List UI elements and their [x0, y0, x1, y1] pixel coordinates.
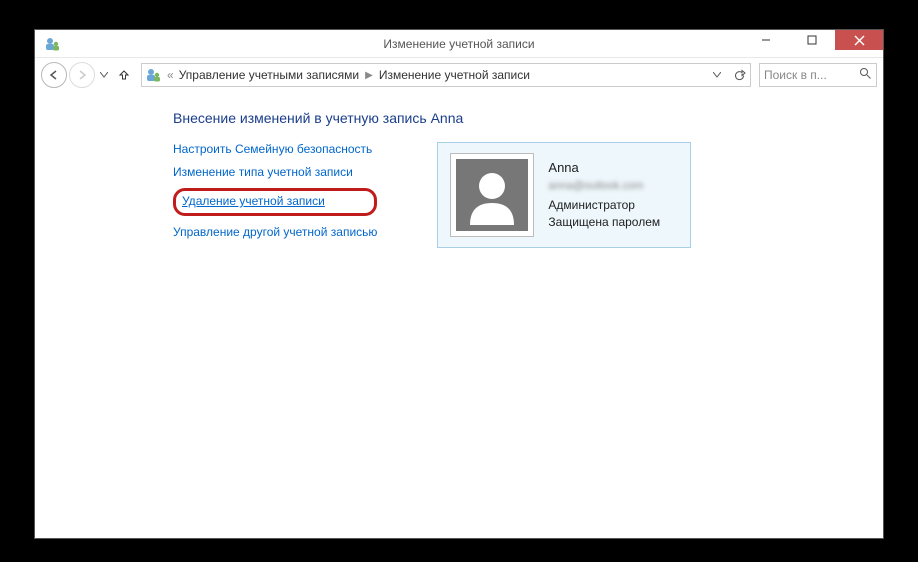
- user-card: Anna anna@outlook.com Администратор Защи…: [437, 142, 691, 248]
- maximize-button[interactable]: [789, 30, 835, 50]
- chevron-right-icon[interactable]: ▶: [365, 70, 373, 81]
- address-dropdown[interactable]: [706, 64, 728, 86]
- family-safety-link[interactable]: Настроить Семейную безопасность: [173, 142, 372, 156]
- search-placeholder: Поиск в п...: [764, 68, 827, 82]
- highlight-annotation: Удаление учетной записи: [173, 188, 377, 216]
- action-links: Настроить Семейную безопасность Изменени…: [173, 142, 377, 239]
- manage-other-account-link[interactable]: Управление другой учетной записью: [173, 225, 377, 239]
- avatar-frame: [450, 153, 534, 237]
- navbar: « Управление учетными записями ▶ Изменен…: [35, 58, 883, 92]
- breadcrumb-prefix: «: [167, 68, 174, 82]
- user-info: Anna anna@outlook.com Администратор Защи…: [548, 159, 660, 232]
- delete-account-link[interactable]: Удаление учетной записи: [182, 194, 325, 208]
- user-name: Anna: [548, 159, 660, 178]
- page-heading: Внесение изменений в учетную запись Anna: [173, 110, 843, 126]
- close-button[interactable]: [835, 30, 883, 50]
- app-icon: [43, 35, 61, 53]
- control-panel-window: Изменение учетной записи « Управление уч…: [34, 29, 884, 539]
- up-button[interactable]: [115, 62, 133, 88]
- user-role: Администратор: [548, 197, 660, 214]
- titlebar: Изменение учетной записи: [35, 30, 883, 58]
- window-controls: [743, 30, 883, 52]
- history-dropdown[interactable]: [97, 62, 111, 88]
- back-button[interactable]: [41, 62, 67, 88]
- location-icon: [142, 67, 164, 83]
- change-account-type-link[interactable]: Изменение типа учетной записи: [173, 165, 353, 179]
- forward-button[interactable]: [69, 62, 95, 88]
- user-email: anna@outlook.com: [548, 179, 660, 195]
- minimize-button[interactable]: [743, 30, 789, 50]
- breadcrumb-item[interactable]: Изменение учетной записи: [377, 66, 532, 84]
- user-protection: Защищена паролем: [548, 214, 660, 231]
- content-area: Внесение изменений в учетную запись Anna…: [35, 92, 883, 538]
- avatar-placeholder-icon: [456, 159, 528, 231]
- search-icon: [859, 67, 872, 83]
- refresh-button[interactable]: [728, 64, 750, 86]
- search-input[interactable]: Поиск в п...: [759, 63, 877, 87]
- address-bar[interactable]: « Управление учетными записями ▶ Изменен…: [141, 63, 751, 87]
- breadcrumb-item[interactable]: Управление учетными записями: [177, 66, 361, 84]
